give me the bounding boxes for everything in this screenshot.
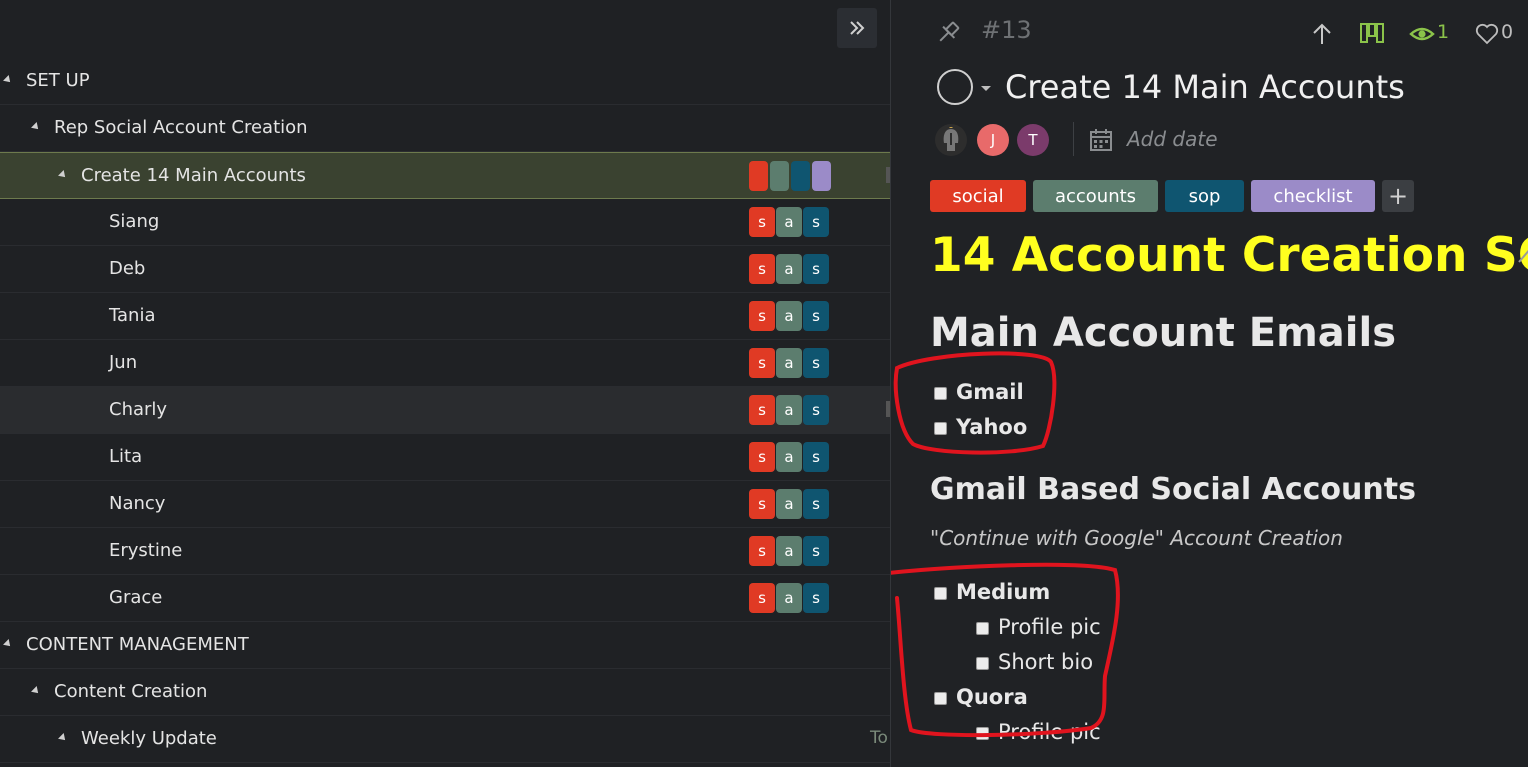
expand-triangle-icon[interactable] <box>31 122 41 132</box>
tag-badge[interactable]: s <box>749 254 775 284</box>
tree-row-label: Weekly Update <box>81 728 217 749</box>
tag-badge[interactable]: s <box>749 301 775 331</box>
row-tags: sas <box>749 348 829 378</box>
tree-subtask-row[interactable]: Nancy s a s <box>0 481 890 528</box>
row-tags: sas <box>749 207 829 237</box>
tag-badge[interactable]: s <box>749 583 775 613</box>
row-tags <box>749 161 832 191</box>
tree-subtask-row[interactable]: Siang s a s <box>0 199 890 246</box>
tree-row-label: SET UP <box>26 70 90 91</box>
tree-row-label: Lita <box>109 446 143 467</box>
tree-row-label: Nancy <box>109 493 166 514</box>
tree-row-label: Grace <box>109 587 163 608</box>
expand-triangle-icon[interactable] <box>3 75 13 85</box>
tag-badge[interactable]: s <box>749 348 775 378</box>
row-tags: sas <box>749 395 829 425</box>
tag-badge[interactable]: s <box>803 536 829 566</box>
tree-row-label: Create 14 Main Accounts <box>81 165 306 186</box>
double-chevron-right-icon <box>850 21 865 35</box>
tree-row[interactable]: Create 14 Main Accounts <box>0 152 890 199</box>
row-tags: sas <box>749 301 829 331</box>
tree-row[interactable]: Rep Social Account Creation <box>0 105 890 152</box>
tree-row[interactable]: Weekly Update To <box>0 716 890 763</box>
tree-row-label: Jun <box>109 352 138 373</box>
tag-badge[interactable]: s <box>803 301 829 331</box>
tag-badge[interactable]: a <box>776 442 802 472</box>
tree-row-label: Deb <box>109 258 146 279</box>
annotation-circle-emails <box>893 351 1057 455</box>
tag-badge[interactable]: s <box>749 489 775 519</box>
expand-triangle-icon[interactable] <box>58 170 68 180</box>
tree-subtask-row[interactable]: Erystine s a s <box>0 528 890 575</box>
row-trailing-text: To <box>870 728 888 748</box>
row-tags: sas <box>749 442 829 472</box>
tree-row-label: Charly <box>109 399 168 420</box>
tag-badge[interactable]: s <box>803 442 829 472</box>
tree-subtask-row[interactable]: Jun s a s <box>0 340 890 387</box>
row-tags: sas <box>749 583 829 613</box>
tree-subtask-row[interactable]: Deb s a s <box>0 246 890 293</box>
tree-row-label: Erystine <box>109 540 183 561</box>
tag-badge[interactable]: a <box>776 489 802 519</box>
collapse-panel-button[interactable] <box>837 8 877 48</box>
tree-row-label: CONTENT MANAGEMENT <box>26 634 249 655</box>
expand-triangle-icon[interactable] <box>3 639 13 649</box>
tree-row[interactable]: SET UP <box>0 58 890 105</box>
tree-subtask-row[interactable]: Tania s a s <box>0 293 890 340</box>
tree-row-label: Content Creation <box>54 681 208 702</box>
tag-badge[interactable]: a <box>776 583 802 613</box>
tree-subtask-row[interactable]: Charly s a s <box>0 387 890 434</box>
tree-row-label: Rep Social Account Creation <box>54 117 308 138</box>
tag-badge[interactable]: s <box>803 254 829 284</box>
tag-badge[interactable]: s <box>749 395 775 425</box>
tree-row-label: Siang <box>109 211 160 232</box>
tag-badge[interactable] <box>770 161 789 191</box>
tag-badge[interactable] <box>812 161 831 191</box>
tag-badge[interactable]: a <box>776 348 802 378</box>
tag-badge[interactable]: a <box>776 207 802 237</box>
expand-triangle-icon[interactable] <box>58 733 68 743</box>
tag-badge[interactable] <box>749 161 768 191</box>
tag-badge[interactable] <box>791 161 810 191</box>
tag-badge[interactable]: a <box>776 301 802 331</box>
row-tags: sas <box>749 489 829 519</box>
tree-subtask-row[interactable]: Grace s a s <box>0 575 890 622</box>
task-detail-panel: #13 1 0 Create 14 Main Accounts JT Add d… <box>890 0 1528 767</box>
tree-row[interactable]: CONTENT MANAGEMENT <box>0 622 890 669</box>
tree-row-label: Tania <box>109 305 156 326</box>
tag-badge[interactable]: s <box>749 536 775 566</box>
tag-badge[interactable]: s <box>803 583 829 613</box>
row-tags: sas <box>749 536 829 566</box>
tag-badge[interactable]: s <box>803 489 829 519</box>
row-tags: sas <box>749 254 829 284</box>
hand-drawn-annotation <box>891 351 1120 738</box>
tree-row[interactable]: Content Creation <box>0 669 890 716</box>
tag-badge[interactable]: s <box>803 207 829 237</box>
tree-subtask-row[interactable]: Lita s a s <box>0 434 890 481</box>
tag-badge[interactable]: s <box>749 442 775 472</box>
tag-badge[interactable]: s <box>803 348 829 378</box>
expand-triangle-icon[interactable] <box>31 686 41 696</box>
tag-badge[interactable]: s <box>803 395 829 425</box>
tag-badge[interactable]: a <box>776 254 802 284</box>
task-tree-panel: SET UP Rep Social Account Creation Create … <box>0 0 890 767</box>
annotation-circle-social <box>891 562 1120 738</box>
tag-badge[interactable]: s <box>749 207 775 237</box>
tag-badge[interactable]: a <box>776 536 802 566</box>
tag-badge[interactable]: a <box>776 395 802 425</box>
